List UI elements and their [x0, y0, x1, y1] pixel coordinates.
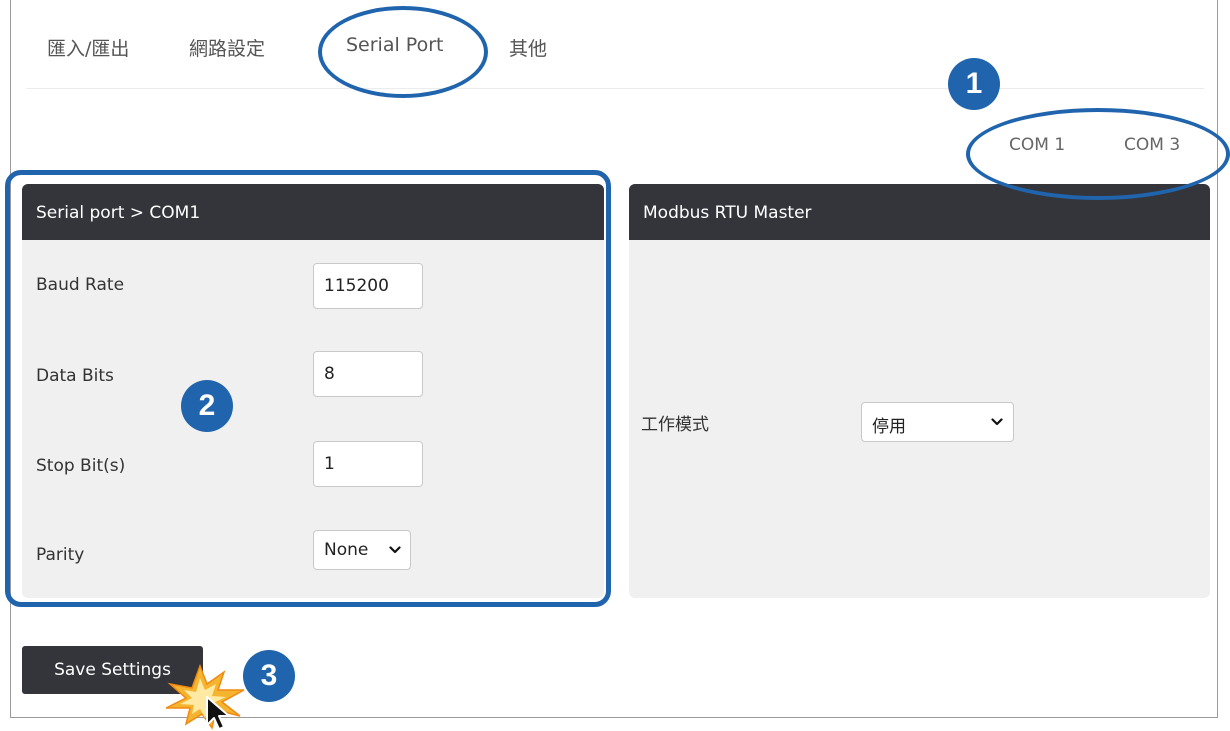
- tab-import-export[interactable]: 匯入/匯出: [47, 34, 129, 61]
- chevron-down-icon: [991, 418, 1003, 426]
- serial-port-tab-highlight: [318, 6, 488, 98]
- tab-divider: [26, 88, 1204, 89]
- step-2-badge: 2: [181, 380, 233, 432]
- work-mode-label: 工作模式: [641, 415, 709, 435]
- com-ports-highlight: [966, 108, 1230, 200]
- work-mode-select-value: 停用: [872, 417, 906, 437]
- modbus-rtu-master-panel: Modbus RTU Master 工作模式 停用: [629, 184, 1210, 598]
- mouse-pointer-icon: [206, 696, 230, 730]
- serial-settings-highlight: [5, 170, 611, 607]
- tab-network-settings[interactable]: 網路設定: [189, 34, 265, 61]
- step-1-badge: 1: [948, 58, 1000, 110]
- work-mode-select[interactable]: 停用: [861, 402, 1014, 442]
- tab-other[interactable]: 其他: [509, 34, 547, 61]
